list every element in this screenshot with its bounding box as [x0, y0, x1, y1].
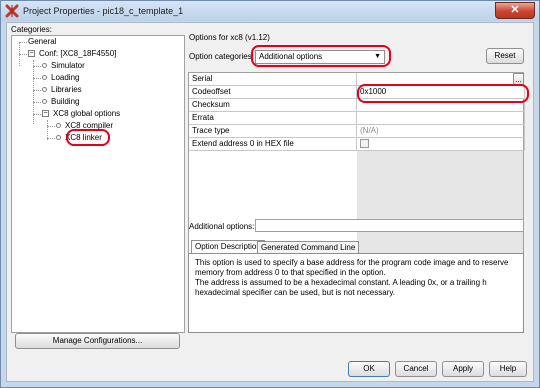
description-text-1: This option is used to specify a base ad…	[195, 258, 509, 277]
option-name: Codeoffset	[189, 86, 357, 99]
option-name: Trace type	[189, 125, 357, 138]
tree-item-label: Libraries	[51, 85, 82, 94]
manage-configurations-button[interactable]: Manage Configurations...	[15, 333, 180, 349]
collapse-icon[interactable]: −	[42, 110, 49, 118]
apply-button[interactable]: Apply	[442, 361, 484, 377]
linker-highlight	[66, 129, 110, 146]
option-description-panel: This option is used to specify a base ad…	[188, 253, 524, 333]
tree-item-label: Conf: [XC8_18F4550]	[39, 49, 117, 58]
extend-address-value	[357, 138, 525, 151]
description-text-2: The address is assumed to be a hexadecim…	[195, 278, 487, 297]
tree-item-building[interactable]: Building	[42, 97, 79, 109]
node-icon	[42, 87, 47, 93]
tree-item-label: General	[28, 37, 57, 46]
options-header: Options for xc8 (v1.12)	[189, 33, 270, 42]
help-button[interactable]: Help	[489, 361, 527, 377]
categories-tree[interactable]: General − Conf: [XC8_18F4550] Simulator L…	[11, 35, 185, 333]
categories-highlight	[251, 45, 391, 67]
tree-item-label: XC8 global options	[53, 109, 121, 118]
additional-options-label: Additional options:	[189, 222, 255, 231]
trace-type-value: (N/A)	[357, 125, 525, 138]
close-icon: ✕	[510, 4, 520, 16]
cancel-button[interactable]: Cancel	[395, 361, 437, 377]
node-icon	[42, 99, 47, 105]
netbeans-app-icon	[5, 4, 19, 18]
project-properties-dialog: Project Properties - pic18_c_template_1 …	[0, 0, 540, 388]
close-button[interactable]: ✕	[495, 2, 535, 19]
node-icon	[56, 135, 61, 141]
tree-item-libraries[interactable]: Libraries	[42, 85, 82, 97]
title-bar[interactable]: Project Properties - pic18_c_template_1 …	[1, 1, 539, 21]
dialog-body: Categories: General − Conf: [XC8_18F4550]…	[6, 22, 534, 382]
node-icon	[56, 123, 61, 129]
errata-value[interactable]	[357, 112, 525, 125]
tree-item-xc8-global-options[interactable]: − XC8 global options	[42, 109, 120, 121]
node-icon	[42, 63, 47, 69]
tree-item-label: Simulator	[51, 61, 85, 70]
grid-empty-area	[357, 151, 523, 253]
tree-item-label: Building	[51, 97, 80, 106]
window-title: Project Properties - pic18_c_template_1	[23, 6, 184, 16]
tab-option-description[interactable]: Option Description	[191, 240, 265, 254]
tree-item-general[interactable]: General	[28, 37, 56, 49]
tree-item-loading[interactable]: Loading	[42, 73, 79, 85]
option-categories-label: Option categories:	[189, 52, 254, 61]
additional-options-input[interactable]	[255, 219, 524, 232]
ok-button[interactable]: OK	[348, 361, 390, 377]
option-name: Checksum	[189, 99, 357, 112]
tree-item-simulator[interactable]: Simulator	[42, 61, 85, 73]
option-name: Serial	[189, 73, 357, 86]
tree-item-label: Loading	[51, 73, 80, 82]
extend-address-checkbox[interactable]	[360, 139, 369, 148]
option-name: Errata	[189, 112, 357, 125]
node-icon	[42, 75, 47, 81]
codeoffset-highlight	[357, 84, 529, 103]
collapse-icon[interactable]: −	[28, 50, 35, 58]
option-name: Extend address 0 in HEX file	[189, 138, 357, 151]
tree-item-conf[interactable]: − Conf: [XC8_18F4550]	[28, 49, 116, 61]
reset-button[interactable]: Reset	[486, 48, 524, 64]
categories-label: Categories:	[11, 25, 52, 34]
